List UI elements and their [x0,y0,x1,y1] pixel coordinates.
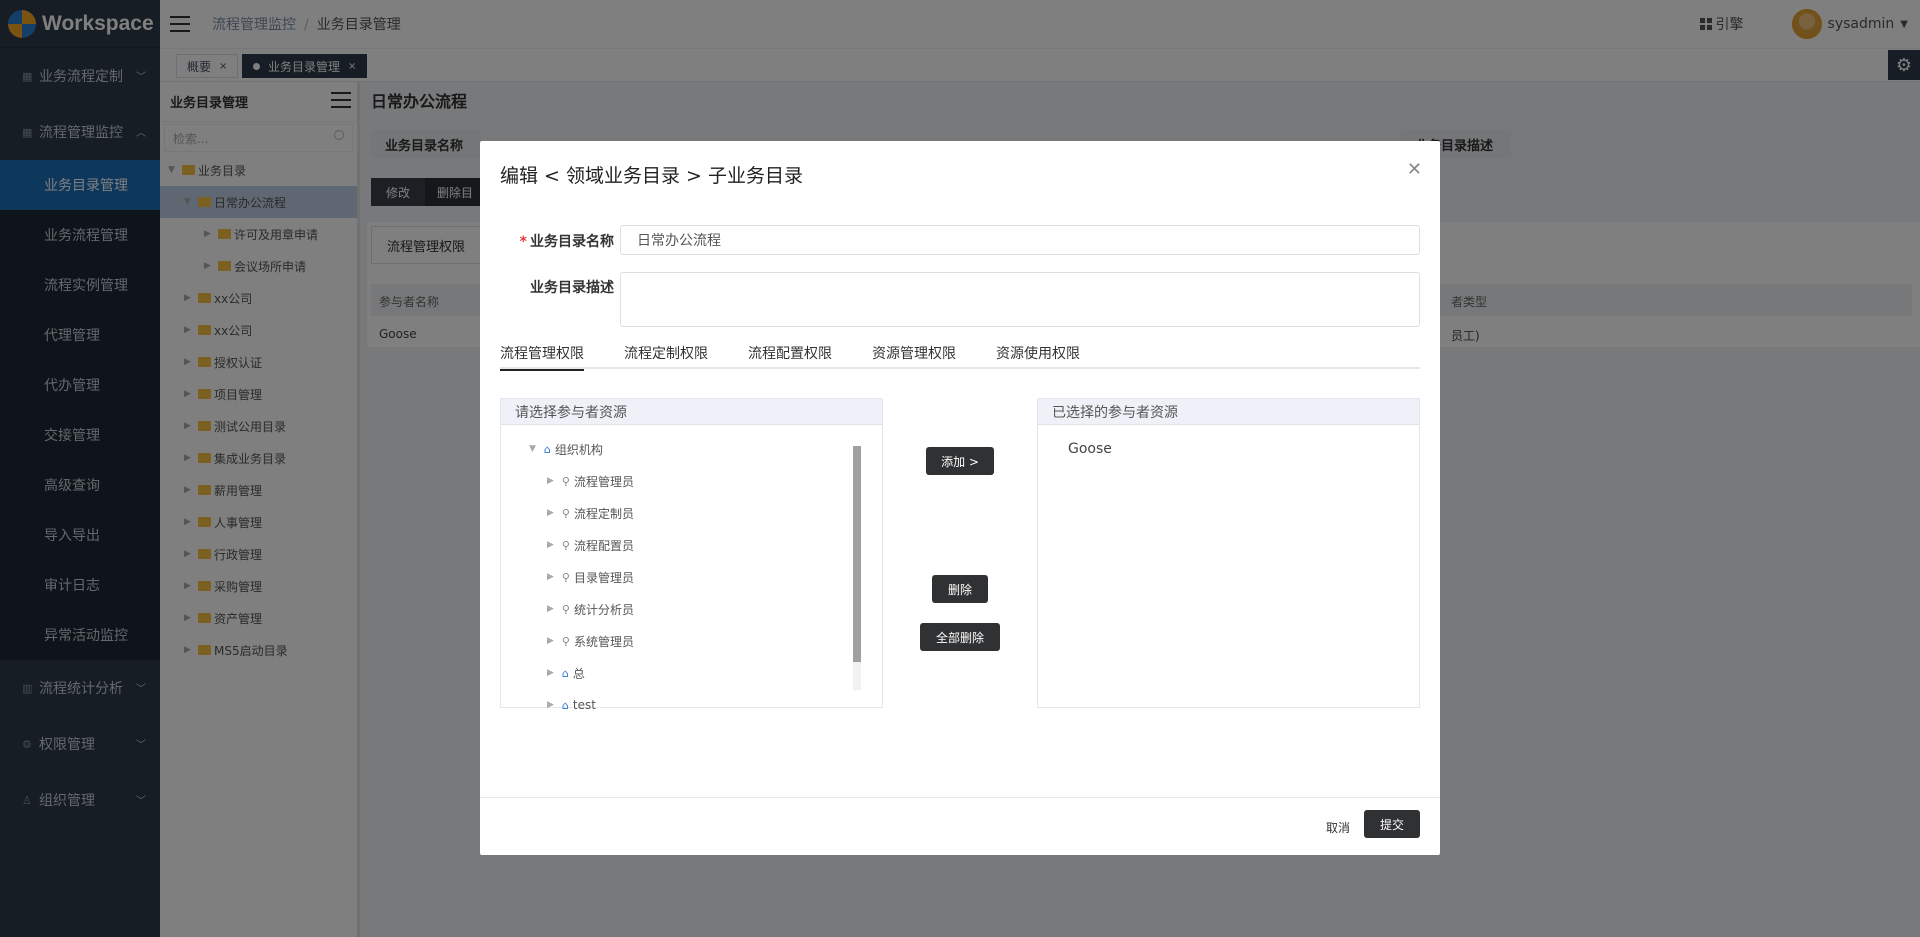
tree-node-role[interactable]: ▶ ⚲ 流程定制员 [547,497,634,529]
tab-resource-use[interactable]: 资源使用权限 [996,337,1080,369]
tree-node-label: 组织机构 [554,442,603,457]
role-icon: ⚲ [561,602,570,616]
caret-right-icon: ▶ [547,604,554,614]
caret-right-icon: ▶ [547,476,554,486]
tree-node-org[interactable]: ▶ ⌂ test [547,689,596,721]
catalog-name-value: 日常办公流程 [637,233,721,249]
tree-node-label: 流程定制员 [573,506,634,521]
tab-label: 资源管理权限 [872,346,956,362]
role-icon: ⚲ [561,474,570,488]
tree-node-label: 系统管理员 [573,634,634,649]
tree-node-label: 流程管理员 [573,474,634,489]
tree-node-label: 总 [572,666,585,681]
org-icon: ⌂ [561,666,569,680]
role-icon: ⚲ [561,506,570,520]
tab-resource-manage[interactable]: 资源管理权限 [872,337,956,369]
tree-node-role[interactable]: ▶ ⚲ 流程管理员 [547,465,634,497]
tree-node-role[interactable]: ▶ ⚲ 流程配置员 [547,529,634,561]
org-icon: ⌂ [561,698,569,712]
caret-right-icon: ▶ [547,636,554,646]
available-resources-title: 请选择参与者资源 [501,399,882,425]
name-label: * 业务目录名称 [494,231,614,251]
button-label: 添加 > [941,454,979,469]
name-label-text: 业务目录名称 [530,234,614,250]
selected-resources-box: 已选择的参与者资源 Goose [1037,398,1420,708]
tree-node-org[interactable]: ▶ ⌂ 总 [547,657,585,689]
caret-right-icon: ▶ [547,508,554,518]
caret-right-icon: ▶ [547,668,554,678]
role-icon: ⚲ [561,570,570,584]
add-button[interactable]: 添加 > [926,447,994,475]
desc-label-text: 业务目录描述 [530,280,614,296]
button-label: 删除 [947,582,972,597]
available-resources-box: 请选择参与者资源 ▼ ⌂ 组织机构 ▶ ⚲ 流程管理员 ▶ ⚲ 流程定制员 ▶ ⚲ 流程配置员 … [500,398,883,712]
org-icon: ⌂ [543,442,551,456]
remove-button[interactable]: 删除 [932,575,988,603]
box-title-text: 已选择的参与者资源 [1052,404,1178,421]
caret-down-icon: ▼ [529,444,536,454]
required-asterisk: * [519,234,527,250]
edit-catalog-dialog: 编辑 < 领域业务目录 > 子业务目录 ✕ * 业务目录名称 日常办公流程 业务目… [480,141,1440,855]
role-icon: ⚲ [561,634,570,648]
role-icon: ⚲ [561,538,570,552]
tree-node-org-root[interactable]: ▼ ⌂ 组织机构 [529,433,603,465]
tree-node-role[interactable]: ▶ ⚲ 统计分析员 [547,593,634,625]
tree-node-role[interactable]: ▶ ⚲ 系统管理员 [547,625,634,657]
button-label: 提交 [1379,817,1404,832]
dialog-title: 编辑 < 领域业务目录 > 子业务目录 [500,165,803,187]
remove-all-button[interactable]: 全部删除 [920,623,1000,651]
tree-node-label: 目录管理员 [573,570,634,585]
tree-node-role[interactable]: ▶ ⚲ 目录管理员 [547,561,634,593]
tree-node-label: 统计分析员 [573,602,634,617]
tree-node-label: test [572,698,596,712]
tab-label: 资源使用权限 [996,346,1080,362]
caret-right-icon: ▶ [547,700,554,710]
tab-process-config[interactable]: 流程配置权限 [748,337,832,369]
caret-right-icon: ▶ [547,572,554,582]
caret-right-icon: ▶ [547,540,554,550]
tab-process-manage[interactable]: 流程管理权限 [500,337,584,371]
tree-scrollbar[interactable] [853,446,861,690]
submit-button[interactable]: 提交 [1364,810,1420,838]
dialog-footer: 取消 提交 [480,797,1440,855]
tab-label: 流程配置权限 [748,346,832,362]
cancel-button[interactable]: 取消 [1326,814,1350,840]
tree-node-label: 流程配置员 [573,538,634,553]
scrollbar-thumb[interactable] [853,446,861,662]
tab-label: 流程定制权限 [624,346,708,362]
box-title-text: 请选择参与者资源 [515,404,627,421]
desc-label: 业务目录描述 [494,277,614,297]
catalog-name-input[interactable]: 日常办公流程 [620,225,1420,255]
close-icon[interactable]: ✕ [1407,159,1422,180]
selected-resources-title: 已选择的参与者资源 [1038,399,1419,425]
tab-label: 流程管理权限 [500,346,584,362]
catalog-desc-textarea[interactable] [620,272,1420,327]
selected-item[interactable]: Goose [1068,441,1112,457]
button-label: 全部删除 [935,630,984,645]
tab-process-custom[interactable]: 流程定制权限 [624,337,708,369]
permission-tabs: 流程管理权限 流程定制权限 流程配置权限 资源管理权限 资源使用权限 [500,337,1420,371]
